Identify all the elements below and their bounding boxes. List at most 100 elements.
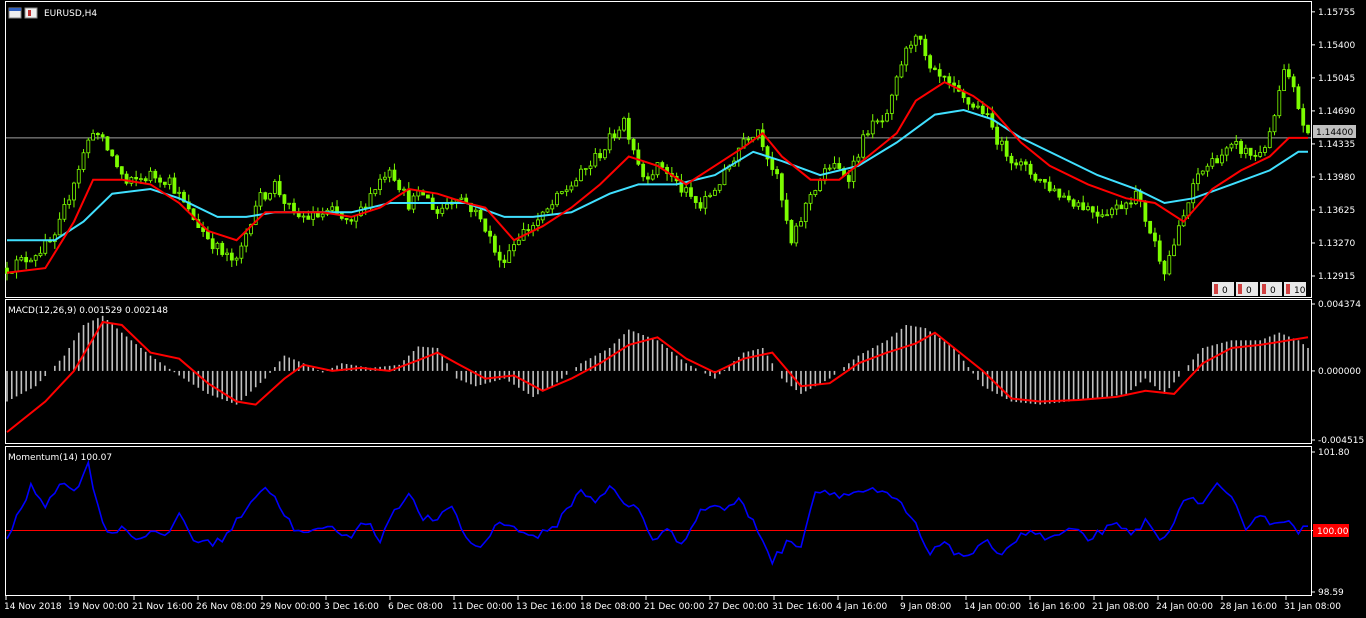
- candle-body: [708, 194, 713, 197]
- candle-body: [579, 168, 583, 182]
- time-tick-label: 9 Jan 08:00: [900, 602, 952, 612]
- time-tick-label: 31 Dec 16:00: [772, 602, 833, 612]
- candle-body: [559, 191, 564, 194]
- macd-label: MACD(12,26,9) 0.001529 0.002148: [8, 306, 168, 316]
- candle-body: [894, 76, 899, 96]
- chart-window[interactable]: EURUSD,H4 MACD(12,26,9) 0.001529 0.00214…: [0, 0, 1366, 618]
- time-tick-label: 18 Dec 08:00: [580, 602, 641, 612]
- time-tick-label: 28 Jan 16:00: [1220, 602, 1277, 612]
- candle-body: [373, 189, 378, 195]
- candle-body: [1076, 202, 1081, 207]
- candle-body: [904, 47, 909, 66]
- candle-body: [301, 215, 306, 218]
- candle-body: [1100, 214, 1105, 217]
- candle-body: [885, 113, 889, 122]
- candle-body: [1019, 161, 1023, 166]
- candle-body: [1047, 181, 1052, 192]
- candle-body: [488, 230, 492, 237]
- candle-body: [1004, 140, 1009, 157]
- candle-body: [1009, 155, 1014, 164]
- candle-body: [402, 188, 406, 191]
- candle-body: [378, 178, 382, 190]
- candle-body: [526, 229, 531, 231]
- candle-body: [889, 94, 894, 114]
- chart-type-icon-bar: [28, 10, 31, 16]
- candle-body: [459, 197, 464, 200]
- window-list-icon-bar: [9, 8, 21, 11]
- candle-body: [426, 194, 430, 199]
- candle-body: [492, 235, 497, 253]
- scale-button-glyph: [1238, 284, 1242, 294]
- candle-body: [1105, 214, 1110, 217]
- candle-body: [923, 38, 928, 57]
- candle-body: [712, 189, 717, 196]
- candle-body: [555, 192, 559, 206]
- candle-body: [598, 153, 603, 159]
- candle-body: [775, 169, 779, 175]
- candle-body: [292, 202, 296, 213]
- candle-body: [139, 178, 143, 181]
- candle-body: [913, 35, 918, 46]
- candle-body: [86, 139, 91, 154]
- candle-body: [1119, 204, 1124, 210]
- candle-body: [158, 177, 162, 183]
- candle-body: [210, 238, 215, 250]
- candle-body: [115, 155, 119, 168]
- candle-body: [263, 192, 268, 200]
- candle-body: [177, 191, 182, 194]
- candle-body: [1148, 220, 1153, 234]
- candle-body: [244, 233, 249, 247]
- time-tick-label: 4 Jan 16:00: [836, 602, 888, 612]
- price-tag: 1.14400: [1313, 125, 1356, 138]
- time-tick-label: 21 Dec 00:00: [644, 602, 705, 612]
- candle-body: [717, 184, 722, 191]
- candle-body: [320, 213, 325, 218]
- candle-body: [1162, 260, 1167, 275]
- candle-body: [646, 176, 650, 180]
- candle-body: [1200, 170, 1205, 175]
- candle-body: [62, 204, 67, 220]
- candle-body: [229, 252, 234, 261]
- candle-body: [215, 242, 220, 250]
- candle-body: [536, 219, 540, 226]
- candle-body: [799, 221, 803, 227]
- candle-body: [928, 55, 933, 69]
- candle-body: [1071, 199, 1076, 207]
- candle-body: [827, 167, 832, 170]
- price-tick-label: 1.15755: [1318, 8, 1355, 18]
- candle-body: [81, 152, 86, 170]
- candle-body: [1253, 154, 1258, 157]
- time-tick-label: 21 Jan 08:00: [1092, 602, 1149, 612]
- candle-body: [124, 173, 129, 184]
- candle-body: [1296, 86, 1301, 109]
- macd-tick-label: 0.004374: [1318, 300, 1361, 310]
- candle-body: [947, 76, 952, 84]
- candle-body: [722, 168, 727, 186]
- candle-body: [880, 120, 885, 123]
- candle-body: [909, 44, 913, 49]
- time-tick-label: 27 Dec 00:00: [708, 602, 769, 612]
- time-tick-label: 16 Jan 16:00: [1028, 602, 1085, 612]
- time-tick-label: 14 Nov 2018: [4, 602, 62, 612]
- candle-body: [1023, 161, 1028, 165]
- momentum-tick-label: 101.80: [1318, 448, 1350, 458]
- candle-body: [1143, 200, 1148, 222]
- candle-body: [1133, 190, 1138, 204]
- candle-body: [1157, 240, 1162, 262]
- candle-body: [593, 153, 598, 167]
- candle-body: [72, 182, 76, 201]
- price-tick-label: 1.13625: [1318, 206, 1355, 216]
- candle-body: [1109, 208, 1114, 216]
- candle-body: [1172, 244, 1176, 257]
- time-tick-label: 24 Jan 00:00: [1156, 602, 1213, 612]
- candle-body: [1306, 124, 1310, 134]
- scale-button-glyph: [1214, 284, 1218, 294]
- candle-body: [1229, 143, 1234, 149]
- candle-body: [473, 209, 478, 213]
- chart-background: [0, 0, 1366, 618]
- candle-body: [612, 133, 617, 139]
- candle-body: [397, 179, 402, 191]
- momentum-tag-text: 100.00: [1317, 527, 1349, 537]
- candle-body: [583, 168, 588, 170]
- candle-body: [1301, 108, 1306, 126]
